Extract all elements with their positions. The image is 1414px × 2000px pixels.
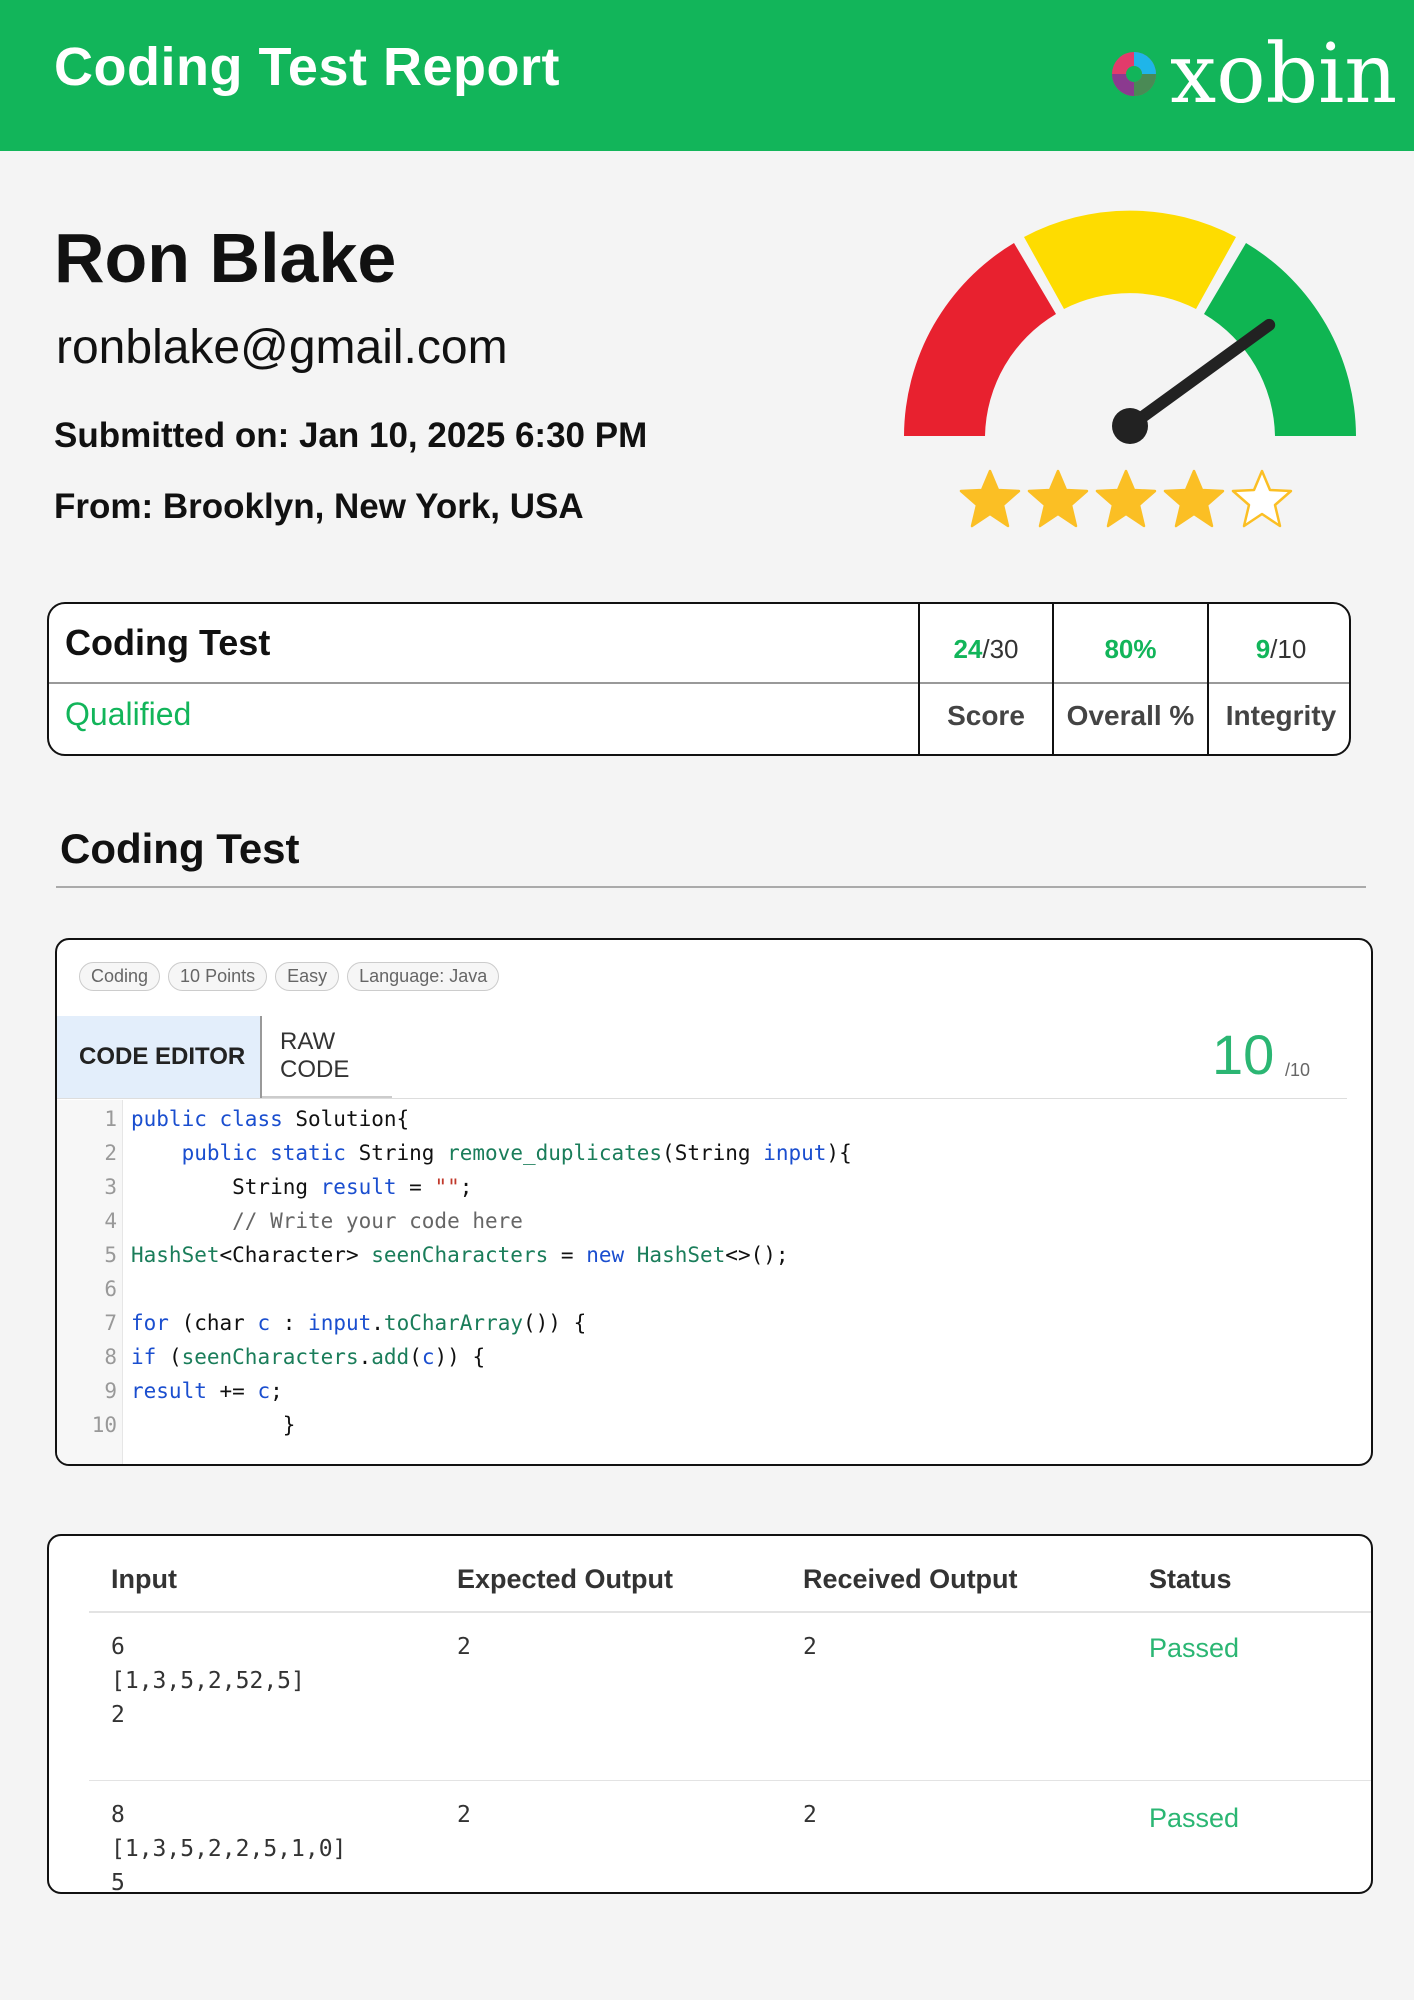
xobin-logo: xobin: [1100, 30, 1397, 120]
star-rating: [958, 468, 1298, 530]
overall-label: Overall %: [1066, 700, 1195, 731]
overall-column: 80% Overall %: [1052, 604, 1207, 754]
score-value: 24/30: [953, 634, 1019, 664]
summary-table: Coding Test Qualified 24/30 Score 80% Ov…: [47, 602, 1351, 756]
question-score-total: /10: [1285, 1060, 1311, 1080]
question-tags: Coding 10 Points Easy Language: Java: [79, 962, 500, 991]
report-header: Coding Test Report xobin: [0, 0, 1414, 151]
gauge-red-segment: [904, 243, 1056, 436]
score-column: 24/30 Score: [918, 604, 1052, 754]
header-divider: [89, 1611, 1371, 1613]
gauge-needle: [1124, 318, 1276, 432]
gauge-green-segment: [1204, 243, 1356, 436]
header-expected-output: Expected Output: [457, 1564, 674, 1594]
gauge-yellow-segment: [1024, 210, 1236, 309]
coding-question-card: Coding 10 Points Easy Language: Java COD…: [55, 938, 1373, 1466]
candidate-name: Ron Blake: [54, 219, 397, 297]
summary-test-name: Coding Test: [65, 622, 271, 663]
xobin-logo-mark-icon: [1112, 52, 1156, 96]
tag-difficulty: Easy: [275, 962, 340, 991]
candidate-email: ronblake@gmail.com: [56, 321, 508, 374]
header-received-output: Received Output: [803, 1564, 1018, 1594]
score-label: Score: [947, 700, 1025, 731]
star-filled-icon: [1095, 469, 1157, 528]
section-divider: [56, 886, 1366, 888]
row-2-status: Passed: [1149, 1803, 1240, 1833]
star-empty-icon: [1231, 469, 1293, 528]
section-title: Coding Test: [60, 825, 300, 872]
star-filled-icon: [1027, 469, 1089, 528]
gauge-pivot: [1112, 408, 1148, 444]
tab-code-editor[interactable]: CODE EDITOR: [57, 1016, 262, 1098]
integrity-label: Integrity: [1225, 700, 1337, 731]
row-2-expected: 2: [457, 1802, 471, 1828]
tab-raw-code[interactable]: RAW CODE: [262, 1016, 392, 1098]
qualification-status: Qualified: [65, 696, 192, 732]
row-1-received: 2: [803, 1634, 817, 1660]
star-filled-icon: [959, 469, 1021, 528]
row-2-input: 8 [1,3,5,2,2,5,1,0] 5: [111, 1802, 347, 1894]
tag-type: Coding: [79, 962, 161, 991]
row-2-received: 2: [803, 1802, 817, 1828]
integrity-column: 9/10 Integrity: [1207, 604, 1349, 754]
row-1-input: 6 [1,3,5,2,52,5] 2: [111, 1634, 305, 1728]
report-title: Coding Test Report: [54, 37, 560, 97]
header-status: Status: [1149, 1564, 1232, 1594]
star-filled-icon: [1163, 469, 1225, 528]
performance-gauge: [904, 210, 1356, 444]
code-editor[interactable]: 1 public class Solution{ 2 public static …: [57, 1100, 1371, 1464]
integrity-value: 9/10: [1255, 634, 1307, 664]
tag-points: 10 Points: [168, 962, 268, 991]
test-results-table: Input Expected Output Received Output St…: [47, 1534, 1373, 1894]
row-1-status: Passed: [1149, 1633, 1240, 1663]
row-1-expected: 2: [457, 1634, 471, 1660]
candidate-location: From: Brooklyn, New York, USA: [54, 487, 584, 526]
submission-date: Submitted on: Jan 10, 2025 6:30 PM: [54, 416, 648, 455]
question-score: 10: [1212, 1023, 1275, 1086]
tag-language: Language: Java: [347, 962, 500, 991]
row-divider: [89, 1780, 1371, 1781]
header-input: Input: [111, 1564, 177, 1594]
brand-name: xobin: [1170, 27, 1398, 122]
tabs-divider: [57, 1098, 1347, 1099]
overall-value: 80%: [1104, 634, 1157, 664]
